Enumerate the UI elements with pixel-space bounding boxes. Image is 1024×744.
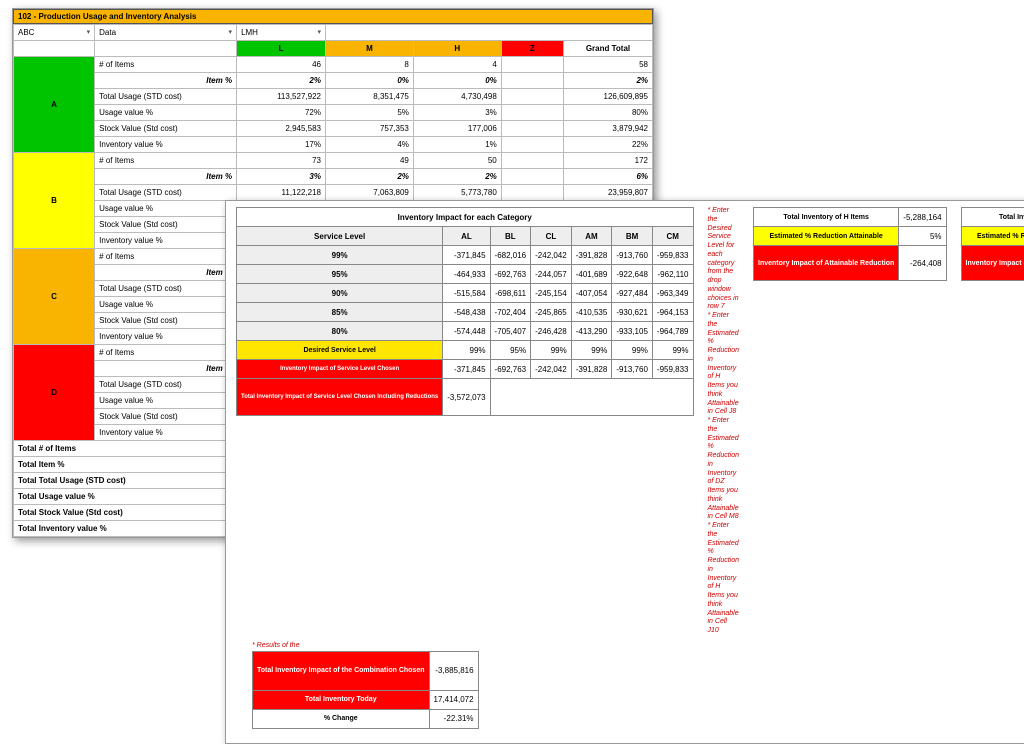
desired-cm[interactable]: 99%: [652, 341, 693, 360]
col-z: Z: [501, 41, 563, 57]
col-m: M: [325, 41, 413, 57]
cat-c: C: [14, 249, 95, 345]
desired-al[interactable]: 99%: [443, 341, 490, 360]
filter-abc[interactable]: ABC: [14, 25, 95, 41]
report-title: 102 - Production Usage and Inventory Ana…: [13, 9, 653, 24]
impact-table: Inventory Impact for each Category Servi…: [236, 207, 694, 416]
dz-reduction-box: Total Inventory of DZ-4,933,554 Estimate…: [961, 207, 1024, 281]
filter-lmh[interactable]: LMH: [237, 25, 326, 41]
desired-am[interactable]: 99%: [571, 341, 612, 360]
instruction-notes: * Enter the Desired Service Level for ea…: [708, 207, 740, 636]
col-l: L: [237, 41, 326, 57]
cat-b: B: [14, 153, 95, 249]
filter-data[interactable]: Data: [95, 25, 237, 41]
desired-cl[interactable]: 99%: [531, 341, 572, 360]
h-reduction-input[interactable]: 5%: [899, 227, 946, 246]
impact-panel: Inventory Impact for each Category Servi…: [225, 200, 1024, 744]
desired-bl[interactable]: 95%: [490, 341, 531, 360]
cat-a: A: [14, 57, 95, 153]
cat-d: D: [14, 345, 95, 441]
results-title: * Results of the: [252, 642, 1021, 649]
col-gt: Grand Total: [563, 41, 652, 57]
summary-table: Total Inventory Impact of the Combinatio…: [252, 651, 479, 729]
desired-bm[interactable]: 99%: [612, 341, 653, 360]
col-h: H: [413, 41, 501, 57]
h-reduction-box: Total Inventory of H Items-5,288,164 Est…: [753, 207, 947, 281]
